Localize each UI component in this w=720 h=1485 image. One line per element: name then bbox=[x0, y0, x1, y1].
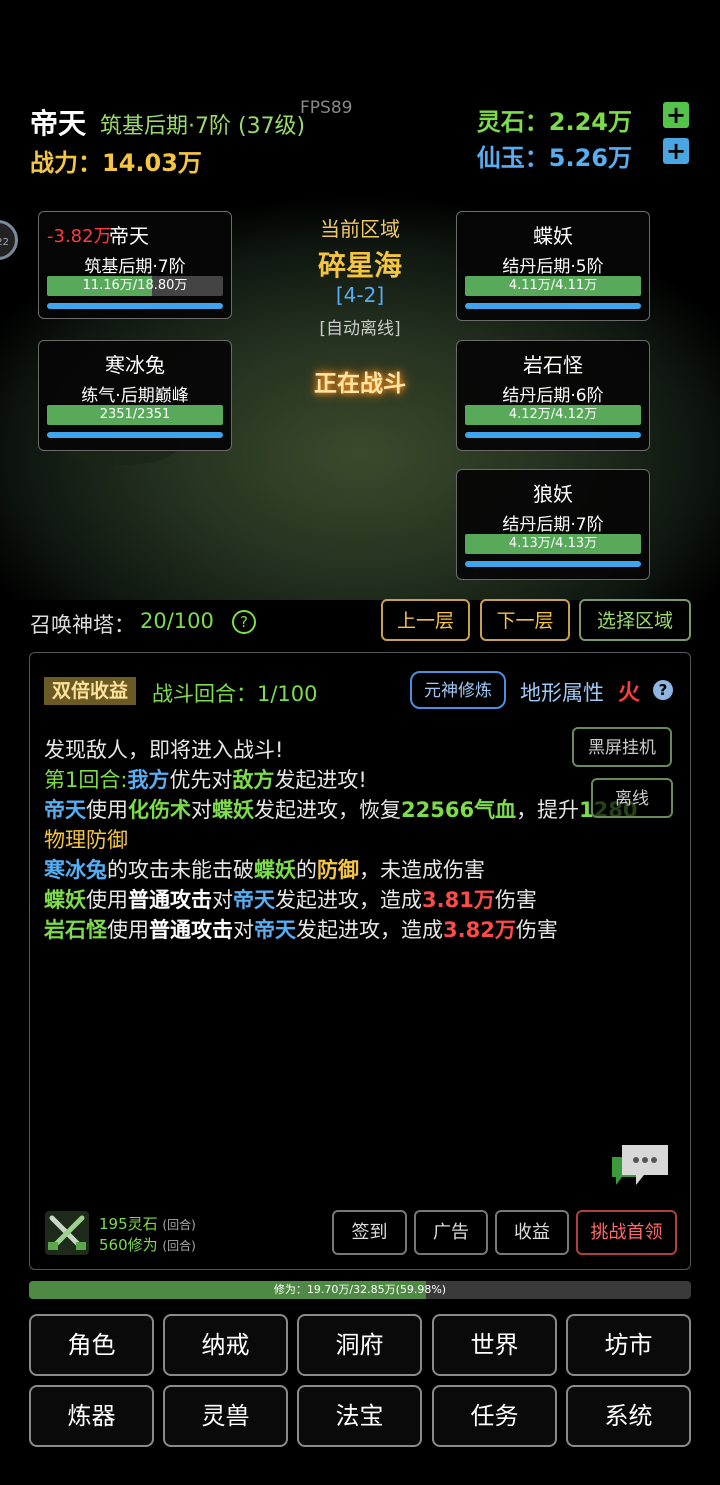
help-icon[interactable]: ? bbox=[232, 610, 256, 634]
unit-name: 帝天 bbox=[109, 224, 149, 248]
reward-xiuwei: 560修为 (回合) bbox=[99, 1236, 196, 1254]
hp-bar: 4.11万/4.11万 bbox=[465, 276, 641, 296]
unit-realm: 结丹后期·5阶 bbox=[502, 257, 604, 277]
enemy-card[interactable]: 狼妖 结丹后期·7阶 4.13万/4.13万 bbox=[456, 469, 650, 580]
area-stage: [4-2] bbox=[335, 283, 385, 307]
crossed-swords-icon bbox=[44, 1210, 90, 1256]
select-area-button[interactable]: 选择区域 bbox=[579, 599, 691, 641]
nav-system-button[interactable]: 系统 bbox=[566, 1385, 691, 1447]
nav-world-button[interactable]: 世界 bbox=[432, 1314, 557, 1376]
mp-bar bbox=[465, 561, 641, 567]
player-realm: 筑基后期·7阶 (37级) bbox=[100, 114, 306, 139]
mp-bar bbox=[465, 432, 641, 438]
nav-forge-button[interactable]: 炼器 bbox=[29, 1385, 154, 1447]
log-line: 物理防御 bbox=[44, 828, 128, 852]
nav-beast-button[interactable]: 灵兽 bbox=[163, 1385, 288, 1447]
terrain-label: 地形属性 bbox=[520, 681, 604, 705]
log-line: 第1回合:我方优先对敌方发起进攻! bbox=[44, 768, 367, 792]
ally-card-player[interactable]: -3.82万 帝天 筑基后期·7阶 11.16万/18.80万 bbox=[38, 211, 232, 319]
chat-icon[interactable] bbox=[612, 1143, 670, 1189]
player-name: 帝天 bbox=[30, 107, 87, 140]
nav-task-button[interactable]: 任务 bbox=[432, 1385, 557, 1447]
nav-treasure-button[interactable]: 法宝 bbox=[297, 1385, 422, 1447]
mp-bar bbox=[47, 432, 223, 438]
unit-realm: 练气·后期巅峰 bbox=[81, 386, 189, 406]
log-line: 帝天使用化伤术对蝶妖发起进攻，恢复22566气血，提升1280 bbox=[44, 798, 638, 822]
area-mode: [自动离线] bbox=[319, 319, 401, 339]
tower-count: 20/100 bbox=[140, 609, 214, 633]
add-xianyu-button[interactable]: + bbox=[663, 138, 689, 164]
log-line: 发现敌人，即将进入战斗! bbox=[44, 738, 284, 762]
hp-text: 4.12万/4.12万 bbox=[508, 407, 598, 422]
prev-floor-button[interactable]: 上一层 bbox=[381, 599, 470, 641]
area-name: 碎星海 bbox=[317, 249, 402, 282]
battle-round: 战斗回合：1/100 bbox=[152, 682, 318, 706]
challenge-boss-button[interactable]: 挑战首领 bbox=[576, 1210, 677, 1255]
unit-realm: 结丹后期·7阶 bbox=[502, 515, 604, 535]
unit-name: 岩石怪 bbox=[523, 353, 583, 377]
ally-card-pet[interactable]: 寒冰兔 练气·后期巅峰 2351/2351 bbox=[38, 340, 232, 451]
hp-text: 11.16万/18.80万 bbox=[82, 278, 188, 293]
nav-role-button[interactable]: 角色 bbox=[29, 1314, 154, 1376]
offline-button[interactable]: 离线 bbox=[591, 778, 673, 818]
unit-name: 寒冰兔 bbox=[105, 353, 165, 377]
enemy-card[interactable]: 蝶妖 结丹后期·5阶 4.11万/4.11万 bbox=[456, 211, 650, 321]
enemy-card[interactable]: 岩石怪 结丹后期·6阶 4.12万/4.12万 bbox=[456, 340, 650, 451]
hp-text: 2351/2351 bbox=[99, 407, 171, 422]
area-label: 当前区域 bbox=[320, 217, 400, 241]
hp-text: 4.13万/4.13万 bbox=[508, 536, 598, 551]
hp-bar: 4.12万/4.12万 bbox=[465, 405, 641, 425]
hp-text: 4.11万/4.11万 bbox=[508, 278, 598, 293]
cultivation-progress-text: 修为：19.70万/32.85万(59.98%) bbox=[273, 1283, 447, 1296]
unit-realm: 筑基后期·7阶 bbox=[84, 257, 186, 277]
unit-name: 狼妖 bbox=[533, 482, 573, 506]
damage-popup: -3.82万 bbox=[47, 226, 112, 247]
nav-ring-button[interactable]: 纳戒 bbox=[163, 1314, 288, 1376]
reward-lingshi: 195灵石 (回合) bbox=[99, 1215, 196, 1233]
combat-power: 战力：14.03万 bbox=[30, 149, 202, 177]
yuanshen-cultivate-button[interactable]: 元神修炼 bbox=[410, 671, 506, 709]
hp-bar: 4.13万/4.13万 bbox=[465, 534, 641, 554]
battle-status: 正在战斗 bbox=[314, 371, 406, 397]
double-reward-badge: 双倍收益 bbox=[44, 677, 137, 705]
log-line: 岩石怪使用普通攻击对帝天发起进攻，造成3.82万伤害 bbox=[44, 918, 558, 942]
mp-bar bbox=[465, 303, 641, 309]
ad-button[interactable]: 广告 bbox=[414, 1210, 488, 1255]
log-line: 蝶妖使用普通攻击对帝天发起进攻，造成3.81万伤害 bbox=[44, 888, 537, 912]
lingshi-balance: 灵石：2.24万 bbox=[476, 108, 632, 136]
income-button[interactable]: 收益 bbox=[495, 1210, 569, 1255]
fps-counter: FPS89 bbox=[300, 98, 353, 118]
nav-cave-button[interactable]: 洞府 bbox=[297, 1314, 422, 1376]
mp-bar bbox=[47, 303, 223, 309]
sign-in-button[interactable]: 签到 bbox=[332, 1210, 407, 1255]
black-screen-idle-button[interactable]: 黑屏挂机 bbox=[572, 727, 672, 767]
unit-name: 蝶妖 bbox=[533, 224, 573, 248]
xianyu-balance: 仙玉：5.26万 bbox=[476, 144, 632, 172]
add-lingshi-button[interactable]: + bbox=[663, 102, 689, 128]
next-floor-button[interactable]: 下一层 bbox=[480, 599, 570, 641]
hp-bar: 11.16万/18.80万 bbox=[47, 276, 223, 296]
nav-market-button[interactable]: 坊市 bbox=[566, 1314, 691, 1376]
terrain-value: 火 bbox=[618, 681, 641, 706]
terrain-help-icon[interactable]: ? bbox=[653, 680, 673, 700]
unit-realm: 结丹后期·6阶 bbox=[502, 386, 604, 406]
tower-label: 召唤神塔： bbox=[30, 613, 135, 637]
log-line: 寒冰兔的攻击未能击破蝶妖的防御，未造成伤害 bbox=[44, 858, 485, 882]
hp-bar: 2351/2351 bbox=[47, 405, 223, 425]
